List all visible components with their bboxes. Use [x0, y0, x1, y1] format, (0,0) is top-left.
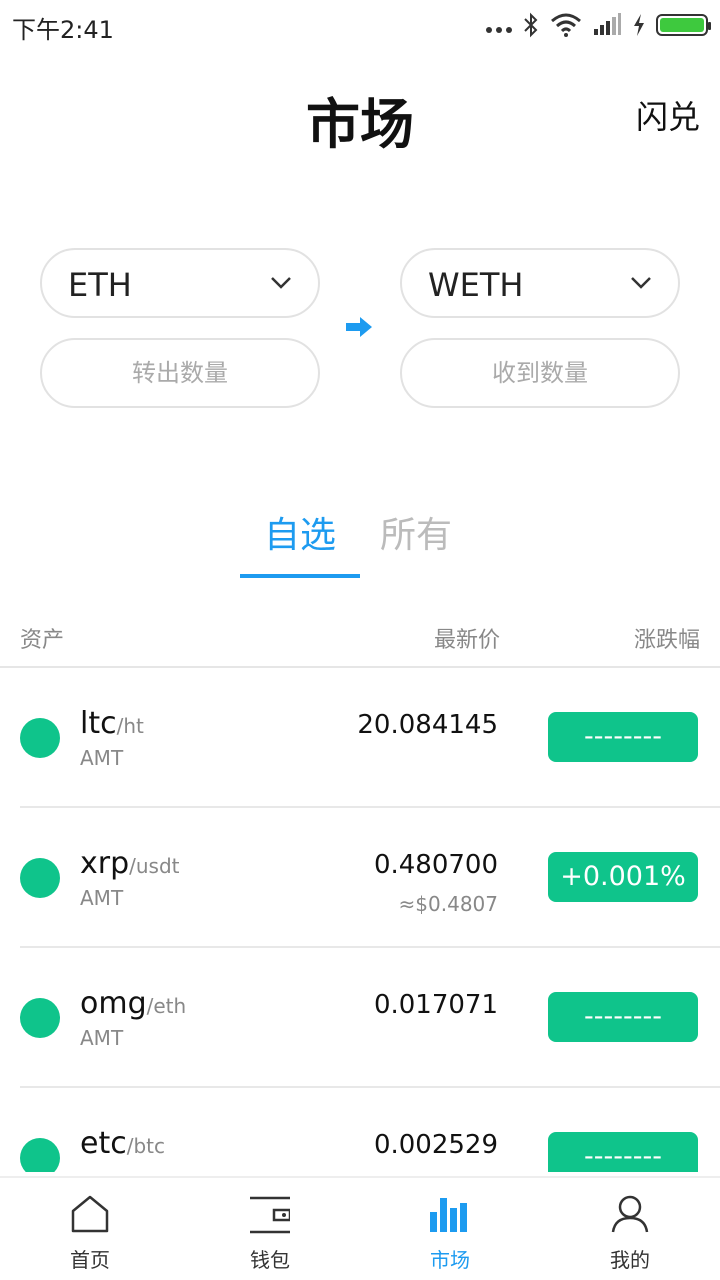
market-row[interactable]: omg/eth AMT 0.017071 --------	[0, 948, 720, 1088]
market-label: AMT	[80, 886, 124, 910]
chevron-down-icon	[271, 277, 291, 289]
more-dots-icon	[486, 17, 512, 33]
column-change: 涨跌幅	[633, 628, 700, 653]
change-badge[interactable]: --------	[548, 1132, 698, 1172]
latest-price: 0.002529	[373, 1130, 498, 1160]
column-latest-price: 最新价	[433, 628, 500, 653]
pair-name: xrp/usdt	[80, 846, 180, 881]
market-label: AMT	[80, 746, 124, 770]
status-bar: 下午2:41	[0, 0, 720, 50]
market-row[interactable]: xrp/usdt AMT 0.480700 ≈$0.4807 +0.001%	[0, 808, 720, 948]
status-icons	[486, 10, 711, 40]
page-title: 市场	[306, 93, 414, 156]
battery-icon	[656, 14, 711, 36]
usd-price: ≈$0.4807	[398, 892, 498, 916]
nav-market-label: 市场	[430, 1248, 470, 1272]
quote-symbol: /eth	[146, 994, 187, 1018]
to-amount-input[interactable]: 收到数量	[400, 338, 680, 408]
active-tab-indicator	[240, 574, 360, 578]
wifi-icon	[551, 13, 581, 37]
chevron-down-icon	[631, 277, 651, 289]
base-symbol: xrp	[80, 846, 130, 881]
nav-profile-label: 我的	[610, 1248, 650, 1272]
nav-wallet-label: 钱包	[250, 1248, 290, 1272]
charging-icon	[634, 14, 644, 36]
latest-price: 0.017071	[373, 990, 498, 1020]
nav-wallet[interactable]: 钱包	[180, 1178, 360, 1280]
status-time: 下午2:41	[12, 16, 114, 44]
coin-icon	[20, 858, 60, 898]
nav-market[interactable]: 市场	[360, 1178, 540, 1280]
latest-price: 0.480700	[373, 850, 498, 880]
from-token-value: ETH	[68, 266, 132, 304]
to-token-select[interactable]: WETH	[400, 248, 680, 318]
from-amount-input[interactable]: 转出数量	[40, 338, 320, 408]
market-row[interactable]: etc/btc 0.002529 --------	[0, 1088, 720, 1172]
quote-symbol: /btc	[126, 1134, 165, 1158]
market-list[interactable]: ltc/ht AMT 20.084145 -------- xrp/usdt A…	[0, 668, 720, 1172]
pair-name: ltc/ht	[80, 706, 144, 741]
quote-symbol: /ht	[116, 714, 144, 738]
pair-name: etc/btc	[80, 1126, 165, 1161]
latest-price: 20.084145	[357, 710, 498, 740]
change-badge[interactable]: --------	[548, 992, 698, 1042]
arrow-right-icon	[346, 317, 372, 337]
to-token-value: WETH	[428, 266, 524, 304]
change-badge[interactable]: +0.001%	[548, 852, 698, 902]
wallet-icon	[250, 1196, 290, 1234]
change-badge[interactable]: --------	[548, 712, 698, 762]
coin-icon	[20, 998, 60, 1038]
user-icon	[611, 1195, 649, 1233]
nav-home[interactable]: 首页	[0, 1178, 180, 1280]
coin-icon	[20, 1138, 60, 1172]
home-icon	[71, 1195, 109, 1233]
base-symbol: ltc	[80, 706, 117, 741]
nav-profile[interactable]: 我的	[540, 1178, 720, 1280]
market-row[interactable]: ltc/ht AMT 20.084145 --------	[0, 668, 720, 808]
signal-icon	[594, 13, 621, 35]
coin-icon	[20, 718, 60, 758]
quote-symbol: /usdt	[129, 854, 180, 878]
column-asset: 资产	[20, 628, 65, 653]
bar-chart-icon	[430, 1198, 467, 1232]
from-token-select[interactable]: ETH	[40, 248, 320, 318]
bottom-nav: 首页 钱包 市场 我的	[0, 1176, 720, 1280]
tab-all[interactable]: 所有	[380, 506, 460, 558]
base-symbol: etc	[80, 1126, 127, 1161]
base-symbol: omg	[80, 986, 147, 1021]
tab-favorites[interactable]: 自选	[240, 506, 360, 558]
market-label: AMT	[80, 1026, 124, 1050]
nav-home-label: 首页	[70, 1248, 110, 1272]
bluetooth-icon	[524, 12, 538, 38]
pair-name: omg/eth	[80, 986, 186, 1021]
flash-exchange-button[interactable]: 闪兑	[636, 92, 700, 138]
